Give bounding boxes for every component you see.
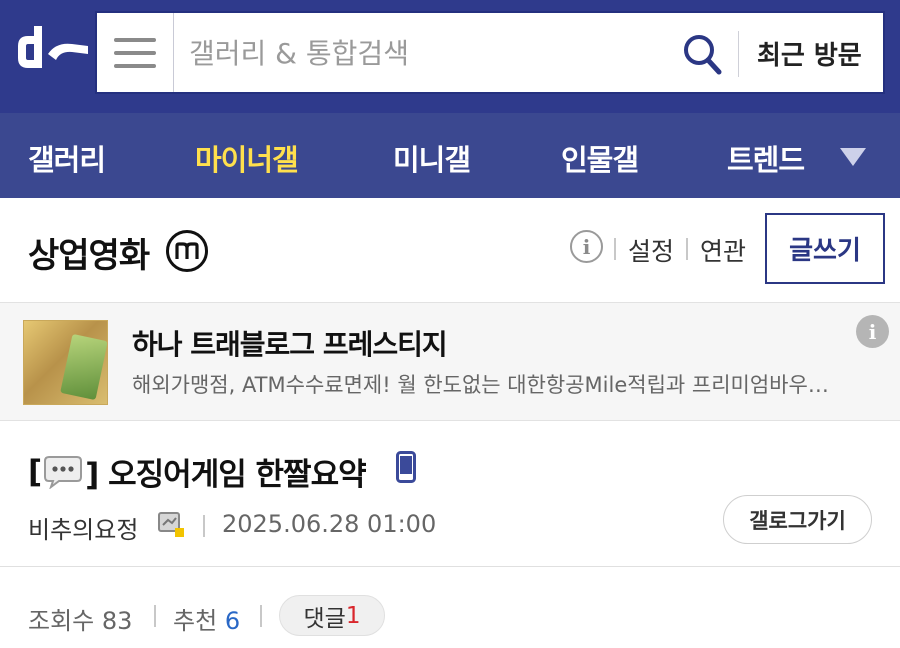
nav-item-mini-gallery[interactable]: 미니갤 xyxy=(393,137,471,179)
post-date: 2025.06.28 01:00 xyxy=(222,510,437,538)
gallery-info-icon[interactable]: i xyxy=(570,230,603,263)
gallog-button[interactable]: 갤로그가기 xyxy=(723,495,872,544)
views-label: 조회수 xyxy=(28,607,95,635)
separator xyxy=(614,238,616,260)
recent-visit-button[interactable]: 최근 방문 xyxy=(757,35,862,72)
search-divider xyxy=(738,31,739,77)
user-level-icon xyxy=(158,512,184,537)
ad-description[interactable]: 해외가맹점, ATM수수료면제! 월 한도없는 대한항공Mile적립과 프리미엄… xyxy=(132,369,872,399)
comment-button[interactable]: 댓글 1 xyxy=(279,595,385,636)
triangle-down-icon[interactable] xyxy=(838,146,868,168)
top-header: 최근 방문 xyxy=(0,0,900,113)
ad-title[interactable]: 하나 트래블로그 프레스티지 xyxy=(132,323,448,363)
post-title: [ ] 오징어게임 한짤요약 xyxy=(28,449,367,494)
comment-label: 댓글 xyxy=(303,605,346,632)
dc-logo[interactable] xyxy=(12,24,90,76)
post-author[interactable]: 비추의요정 xyxy=(28,510,138,545)
mobile-phone-icon xyxy=(396,451,416,483)
hamburger-icon xyxy=(114,37,156,68)
search-input[interactable] xyxy=(189,31,649,75)
menu-button[interactable] xyxy=(97,13,174,92)
speech-bubble-icon xyxy=(44,455,83,489)
main-nav: 갤러리 마이너갤 미니갤 인물갤 트렌드 xyxy=(0,113,900,198)
recommend-stat: 추천 6 xyxy=(173,601,240,636)
post-stats: 조회수 83 추천 6 댓글 1 xyxy=(0,567,900,648)
ad-card-secondary xyxy=(60,333,107,401)
recommend-value: 6 xyxy=(224,607,241,635)
separator xyxy=(260,605,262,627)
nav-item-trend[interactable]: 트렌드 xyxy=(727,137,805,179)
recommend-label: 추천 xyxy=(173,607,218,635)
ad-banner[interactable]: 하나 트래블로그 프레스티지 해외가맹점, ATM수수료면제! 월 한도없는 대… xyxy=(0,302,900,421)
nav-item-person-gallery[interactable]: 인물갤 xyxy=(561,137,639,179)
search-bar: 최근 방문 xyxy=(95,11,885,94)
post-title-text: ] 오징어게임 한짤요약 xyxy=(85,457,366,493)
post-title-prefix: [ xyxy=(28,453,42,490)
views-value: 83 xyxy=(101,607,133,635)
related-link[interactable]: 연관 xyxy=(700,232,746,268)
views-stat: 조회수 83 xyxy=(28,601,132,636)
nav-item-gallery[interactable]: 갤러리 xyxy=(28,137,106,179)
ad-card-image xyxy=(23,320,108,405)
write-post-button[interactable]: 글쓰기 xyxy=(765,213,885,284)
settings-link[interactable]: 설정 xyxy=(628,232,674,268)
separator xyxy=(686,238,688,260)
search-icon xyxy=(684,35,722,75)
nav-item-minor-gallery[interactable]: 마이너갤 xyxy=(195,137,299,179)
gallery-header: 상업영화 i 설정 연관 글쓰기 xyxy=(0,198,900,302)
separator xyxy=(203,515,205,537)
comment-count: 1 xyxy=(345,602,361,629)
separator xyxy=(154,605,156,627)
ad-info-icon[interactable]: i xyxy=(856,315,889,348)
search-button[interactable] xyxy=(680,31,724,77)
minor-gallery-m-icon xyxy=(166,230,208,272)
gallery-title[interactable]: 상업영화 xyxy=(28,228,150,277)
post-header: [ ] 오징어게임 한짤요약 비추의요정 2025.06.28 01:00 갤로… xyxy=(0,421,900,567)
